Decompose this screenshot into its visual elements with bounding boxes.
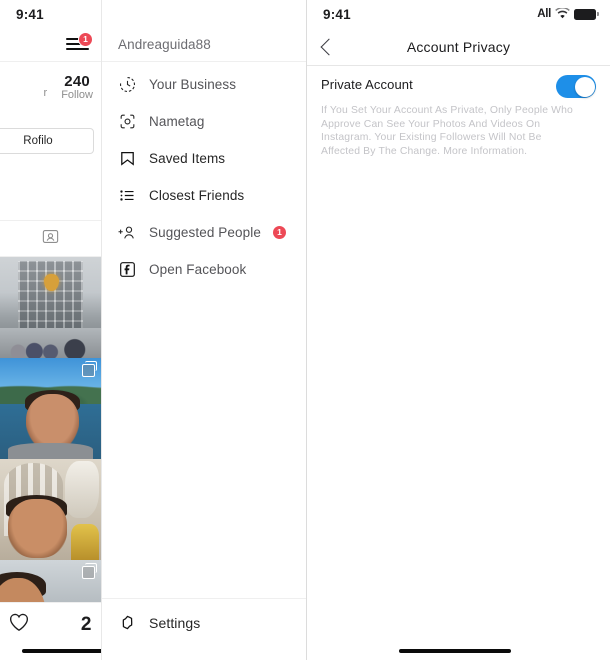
menu-item-label: Open Facebook <box>149 262 247 277</box>
photo-detail <box>64 461 99 518</box>
page-title: Account Privacy <box>406 38 511 55</box>
status-bar-left: 9:41 <box>0 0 101 28</box>
profile-stats: r 240 Follow <box>0 62 101 124</box>
person-add-icon <box>116 222 138 244</box>
edit-profile-button[interactable]: Rofilo <box>0 128 94 154</box>
facebook-icon <box>116 259 138 281</box>
suggested-people-badge: 1 <box>273 226 286 239</box>
profile-actions: Rofilo <box>0 124 101 158</box>
stat-label: Follow <box>61 89 93 101</box>
photo-image <box>0 459 101 560</box>
menu-list: Your Business Nametag Saved Items Closes… <box>102 62 306 288</box>
side-menu-pane: Andreaguida88 Your Business Nametag Save… <box>101 0 307 660</box>
photo-grid <box>0 257 101 660</box>
menu-header: Andreaguida88 <box>102 28 306 62</box>
menu-item-label: Nametag <box>149 114 205 129</box>
photo-detail <box>8 442 93 459</box>
menu-item-label: Suggested People <box>149 225 261 240</box>
photo-detail <box>8 499 67 558</box>
photo-detail <box>70 523 99 560</box>
stat-value: 240 <box>64 73 90 90</box>
photo-image <box>0 257 101 358</box>
menu-item-label: Closest Friends <box>149 188 245 203</box>
menu-item-label: Settings <box>149 614 201 631</box>
photo-lake-selfie[interactable] <box>0 358 101 459</box>
menu-item-open-facebook[interactable]: Open Facebook <box>102 251 306 288</box>
home-indicator-left <box>22 649 101 653</box>
clock-history-icon <box>116 74 138 96</box>
tagged-photos-icon[interactable] <box>41 227 60 251</box>
menu-item-label: Your Business <box>149 77 237 92</box>
menu-item-saved-items[interactable]: Saved Items <box>102 140 306 177</box>
like-count: 2 <box>80 613 92 635</box>
private-account-label: Private Account <box>321 77 413 92</box>
status-bar-right: 9:41 All <box>307 0 610 28</box>
wifi-icon <box>555 6 570 22</box>
stat-following[interactable]: 240 Follow <box>61 73 93 101</box>
privacy-body: Private Account If You Set Your Account … <box>307 66 610 660</box>
menu-item-closest-friends[interactable]: Closest Friends <box>102 177 306 214</box>
photo-statue-selfie[interactable] <box>0 459 101 560</box>
private-account-row[interactable]: Private Account <box>307 66 610 104</box>
status-time: 9:41 <box>16 6 44 22</box>
toggle-knob <box>574 76 595 97</box>
gear-icon <box>116 612 138 634</box>
stat-partial-label: r <box>43 87 48 99</box>
hamburger-menu-icon[interactable]: 1 <box>66 32 93 52</box>
profile-navbar: 1 <box>0 28 101 62</box>
privacy-navbar: Account Privacy <box>307 28 610 66</box>
list-bullet-icon <box>116 185 138 207</box>
hamburger-line <box>66 48 89 50</box>
carrier-label: All <box>537 8 551 20</box>
photo-detail <box>0 327 101 358</box>
bookmark-icon <box>116 148 138 170</box>
menu-item-settings[interactable]: Settings <box>102 598 306 660</box>
status-time: 9:41 <box>323 6 351 22</box>
status-indicators: All <box>537 6 599 22</box>
multi-photo-icon <box>82 361 97 377</box>
profile-bio-area <box>0 158 101 221</box>
menu-badge: 1 <box>78 32 93 47</box>
heart-icon[interactable] <box>8 612 30 637</box>
profile-tabbar <box>0 221 101 257</box>
battery-full-icon <box>574 8 599 20</box>
menu-item-suggested-people[interactable]: Suggested People 1 <box>102 214 306 251</box>
username-label: Andreaguida88 <box>118 37 211 52</box>
account-privacy-pane: 9:41 All Account Privacy Private Account <box>307 0 610 660</box>
private-account-description: If You Set Your Account As Private, Only… <box>321 105 573 157</box>
menu-item-nametag[interactable]: Nametag <box>102 103 306 140</box>
nametag-scan-icon <box>116 111 138 133</box>
screenshot-root: 9:41 1 r 240 Follow Rofilo 2 Andreaguida… <box>0 0 610 660</box>
profile-pane: 9:41 1 r 240 Follow Rofilo 2 <box>0 0 101 660</box>
multi-photo-icon <box>82 563 97 579</box>
home-indicator-right <box>399 649 511 653</box>
private-account-toggle[interactable] <box>556 75 596 98</box>
menu-item-label: Saved Items <box>149 151 226 166</box>
photo-apple-store[interactable] <box>0 257 101 358</box>
menu-item-your-business[interactable]: Your Business <box>102 66 306 103</box>
